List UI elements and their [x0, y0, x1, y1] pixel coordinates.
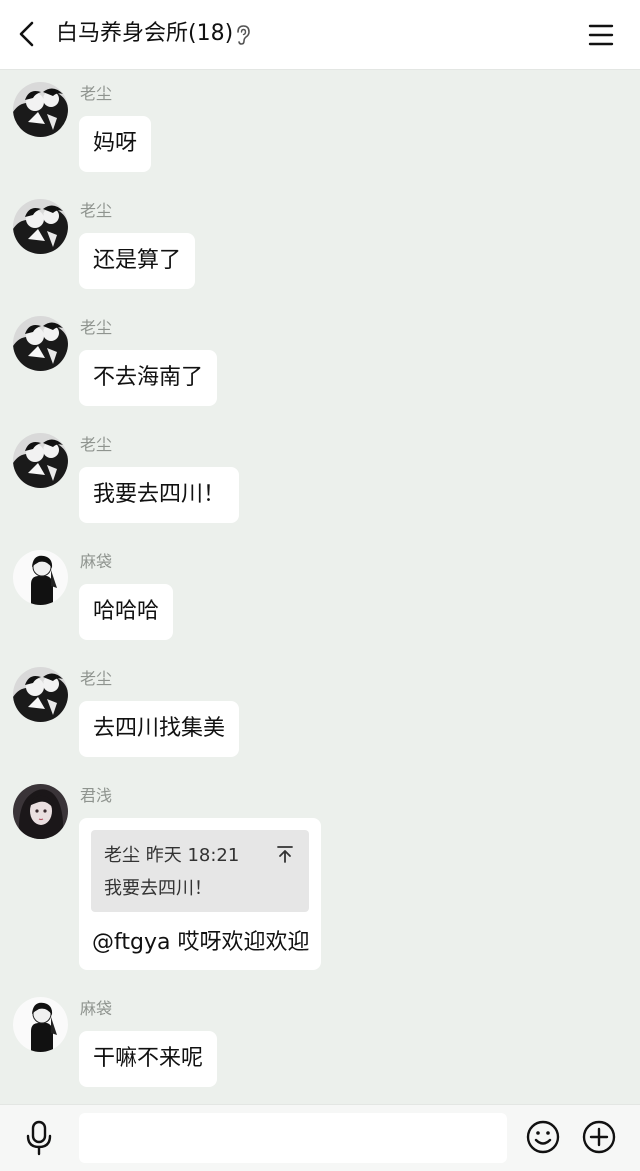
menu-button[interactable]: [582, 16, 620, 54]
emoji-button[interactable]: [525, 1119, 561, 1155]
quoted-message-meta: 老尘 昨天 18:21: [104, 845, 240, 866]
chevron-left-icon: [19, 21, 34, 47]
message-bubble[interactable]: 去四川找集美: [79, 701, 240, 757]
input-bar: [0, 1104, 640, 1171]
sender-name: 老尘: [80, 669, 113, 688]
avatar[interactable]: [13, 199, 68, 254]
message-input[interactable]: [79, 1113, 507, 1163]
message-bubble[interactable]: 我要去四川！: [79, 467, 240, 523]
avatar[interactable]: [13, 316, 68, 371]
message-bubble[interactable]: 还是算了: [79, 233, 196, 289]
ear-icon: [233, 24, 253, 46]
message-list[interactable]: 老尘 妈呀 老尘 还是算了 老尘 不去海南了 老尘 我要去四川！ 麻袋 哈哈哈 …: [0, 70, 640, 1103]
sender-name: 老尘: [80, 84, 113, 103]
chat-title: 白马养身会所(18): [56, 21, 234, 46]
smiley-icon: [526, 1120, 560, 1154]
hamburger-menu-icon: [588, 24, 614, 46]
avatar[interactable]: [13, 997, 68, 1052]
quoted-message-text: 我要去四川！: [104, 878, 212, 899]
chat-header: 白马养身会所(18): [0, 0, 640, 70]
sender-name: 老尘: [80, 435, 113, 454]
avatar[interactable]: [13, 550, 68, 605]
voice-button[interactable]: [20, 1119, 58, 1157]
sender-name: 老尘: [80, 318, 113, 337]
microphone-icon: [26, 1120, 52, 1156]
back-button[interactable]: [8, 14, 48, 54]
sender-name: 麻袋: [80, 552, 113, 571]
jump-to-quote-icon[interactable]: [275, 843, 295, 865]
reply-message-bubble[interactable]: 老尘 昨天 18:21 我要去四川！ @ftgya 哎呀欢迎欢迎: [79, 818, 321, 970]
avatar[interactable]: [13, 82, 68, 137]
quoted-message[interactable]: 老尘 昨天 18:21 我要去四川！: [91, 830, 309, 912]
message-bubble[interactable]: 妈呀: [79, 116, 152, 172]
sender-name: 老尘: [80, 201, 113, 220]
avatar[interactable]: [13, 784, 68, 839]
avatar[interactable]: [13, 667, 68, 722]
more-button[interactable]: [581, 1119, 617, 1155]
sender-name: 君浅: [80, 786, 113, 805]
avatar[interactable]: [13, 433, 68, 488]
message-bubble[interactable]: 不去海南了: [79, 350, 218, 406]
sender-name: 麻袋: [80, 999, 113, 1018]
plus-circle-icon: [582, 1120, 616, 1154]
message-bubble[interactable]: 干嘛不来呢: [79, 1031, 218, 1087]
reply-text: @ftgya 哎呀欢迎欢迎: [92, 930, 310, 955]
message-bubble[interactable]: 哈哈哈: [79, 584, 174, 640]
